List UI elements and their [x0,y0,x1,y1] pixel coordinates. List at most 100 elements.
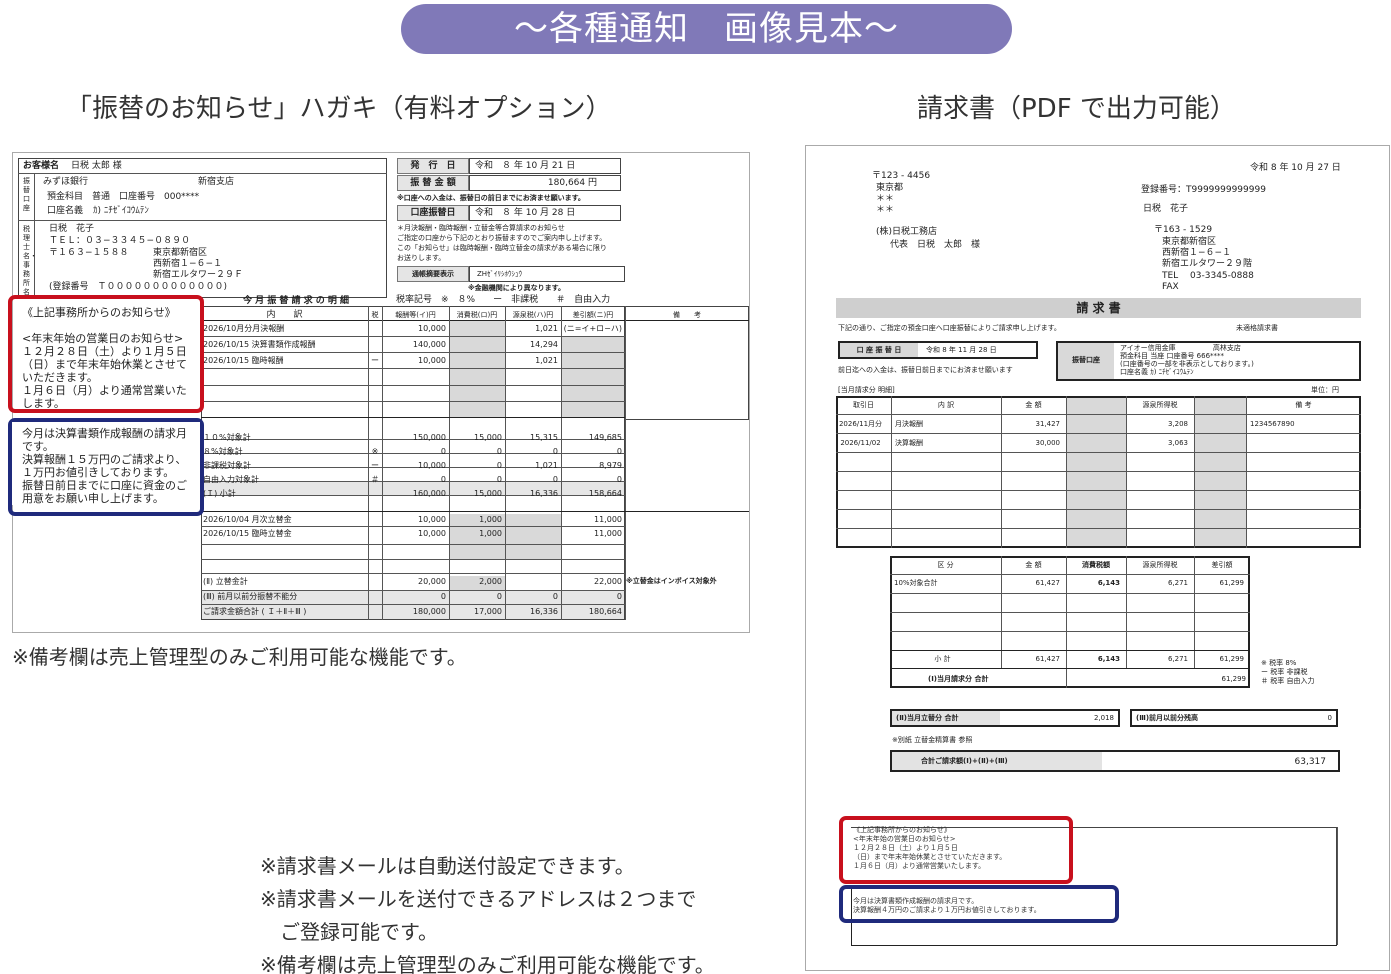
previous-balance-label: (Ⅲ)前月以前分残高 [1136,714,1199,722]
table-cell: 10,000 [418,324,446,333]
col-header: 内 訳 [937,401,955,409]
table-cell: 1,021 [535,356,558,365]
table-cell: 150,000 [412,433,446,442]
table-cell: 1,000 [479,515,502,524]
issuer-zip: 〒163 - 1529 [1154,225,1213,235]
invoice-notes: ※請求書メールは自動送付設定できます。 ※請求書メールを送付できるアドレスは２つま… [260,850,715,974]
legend-2: ー 税率 非課税 [1261,668,1308,676]
table-cell: 3,208 [1167,420,1188,428]
info-line-4: お送りします。 [397,254,446,262]
table-cell: 160,000 [412,489,446,498]
col-header: 差引額 [1211,561,1233,569]
col-header: 源泉所得税 [1142,561,1178,569]
account-line-4: 口座名義 ｶ) ﾆﾁｾﾞｲｺｳﾑﾃﾝ [1120,368,1194,376]
table-cell: 1,021 [535,324,558,333]
col-header: 金 額 [1025,401,1042,409]
registration-number: 登録番号：T9999999999999 [1141,185,1266,195]
deposit-note: 前日迄への入金は、振替日前日までにお済ませ願います [838,366,1013,374]
office-line-2: ＴＥＬ：０３−３３４５−０８９０ [49,236,191,246]
customer-name: 日税 太郎 様 [71,161,122,171]
table-cell: 6,271 [1167,579,1188,587]
table-cell: ご請求金額合計 ( Ｉ＋Ⅱ＋Ⅲ ) [203,607,307,616]
notice-line [22,319,200,332]
office-line-7: (登録番号 Ｔ０００００００００００００) [49,282,228,292]
message-line: <年末年始の営業日のお知らせ> [853,835,956,843]
table-cell: 2026/10/15 臨時報酬 [203,356,284,365]
invoice-lead: 下記の通り、ご指定の預金口座へ口座振替によりご請求申し上げます。 [838,324,1061,332]
transfer-date-value: 令和 ８ 年 10 月 28 日 [475,208,576,218]
table-cell: 10,000 [418,356,446,365]
table-cell: 2026/11/02 [840,439,881,447]
current-total-label: (Ⅰ)当月請求分 合計 [928,675,989,683]
invoice-heading: 請求書（PDF で出力可能） [917,94,1236,124]
invoice-exempt-note: ※立替金はインボイス対象外 [626,577,717,585]
note-line: ※請求書メールを送付できるアドレスは２つまで [260,887,697,911]
notice-line: １万円お値引きしております。 [22,466,175,479]
table-cell: 決算報酬 [895,439,923,447]
issue-label: 発 行 日 [410,161,456,171]
table-cell: 14,294 [530,340,558,349]
table-cell: 2026/10/15 決算書類作成報酬 [203,340,316,349]
table-cell: 1,000 [479,529,502,538]
holder-label: 口座名義 [47,206,84,216]
table-cell: 61,299 [1219,655,1245,663]
table-cell: 180,000 [412,607,446,616]
detail-title: 今 月 振 替 請 求 の 明 細 [242,296,350,306]
invoice-office-notice-highlight: 《上記事務所からのお知らせ》 <年末年始の営業日のお知らせ> １２月２８日（土）より… [839,816,1073,884]
table-cell: 10%対象合計 [894,579,938,587]
info-line-2: ご指定の口座から下記のとおり振替ますのでご案内申し上げます。 [397,234,607,242]
grand-total-value: 63,317 [1294,757,1327,767]
table-cell: ＃ [371,475,379,484]
table-cell: 61,427 [1035,579,1061,587]
transfer-date-value: 令和 8 年 11 月 28 日 [926,346,997,354]
table-cell: 自由入力対象計 [203,475,259,484]
table-cell: 10,000 [418,515,446,524]
col-header: 取引日 [853,401,874,409]
current-total-value: 61,299 [1221,675,1247,683]
info-line-1: ＊月決報酬・臨時報酬・立替金等合算請求のお知らせ [397,224,565,232]
col-header: 税 [371,311,379,319]
table-cell: 140,000 [412,340,446,349]
summary-value: ZHｾﾞｲﾘｼﾎｳｼｭｳ [477,270,523,278]
notice-line: します。 [22,397,65,410]
table-cell: (Ｉ) 小計 [203,489,236,498]
postcard-heading: 「振替のお知らせ」ハガキ（有料オプション） [66,94,612,124]
message-line: 決算報酬４万円のご請求より１万円お値引きしております。 [853,906,1041,914]
notice-line: いただきます。 [22,371,98,384]
holder-value: ｶ) ﾆﾁｾﾞｲｺｳﾑﾃﾝ [93,206,149,216]
bank-name: みずほ銀行 [43,177,89,187]
issue-value: 令和 ８ 年 10 月 21 日 [475,161,576,171]
invoice-lead-right: 未適格請求書 [1236,324,1278,332]
table-cell: 0 [552,475,558,484]
table-cell: 6,271 [1167,655,1188,663]
table-cell: 149,685 [588,433,622,442]
table-cell: 180,664 [588,607,622,616]
office-side-label: 税理士名・事務所名 [23,225,37,296]
table-cell: 10,000 [418,461,446,470]
table-cell: 61,427 [1035,655,1061,663]
table-cell: 0 [552,592,558,601]
table-cell: 2026/10/04 月次立替金 [203,515,292,524]
table-cell: (Ⅲ) 前月以前分振替不能分 [203,592,298,601]
info-line-3: この「お知らせ」は臨時報酬・臨時立替金の請求がある場合に限り [397,244,607,252]
message-line: １月６日（月）より通常営業いたします。 [853,862,986,870]
table-cell: 3,063 [1167,439,1188,447]
office-notice-highlight: 《上記事務所からのお知らせ》 <年末年始の営業日のお知らせ> １２月２８日（土）より… [8,295,204,413]
postcard-note: ※備考欄は売上管理型のみご利用可能な機能です。 [12,645,467,669]
legend-1: ※ 税率 8% [1261,659,1297,667]
table-cell: 16,336 [530,489,558,498]
table-cell: 2,000 [479,577,502,586]
col-header: 備 考 [673,311,701,319]
issuer-addr-3: 新宿エルタワー２９階 [1162,259,1253,269]
customer-label: お客様名 [23,161,60,171]
bank-branch: 新宿支店 [198,177,235,187]
note-line: ※備考欄は売上管理型のみご利用可能な機能です。 [260,953,715,974]
table-cell: 0 [496,475,502,484]
message-line: （日）まで年末年始休業とさせていただきます。 [853,853,1007,861]
summary-label: 通帳摘要表示 [412,270,454,278]
table-cell: 0 [440,475,446,484]
table-cell: 11,000 [594,529,622,538]
table-cell: 6,143 [1097,655,1120,663]
col-header: 差引額(ニ)円 [572,311,614,319]
table-cell: 0 [616,592,622,601]
